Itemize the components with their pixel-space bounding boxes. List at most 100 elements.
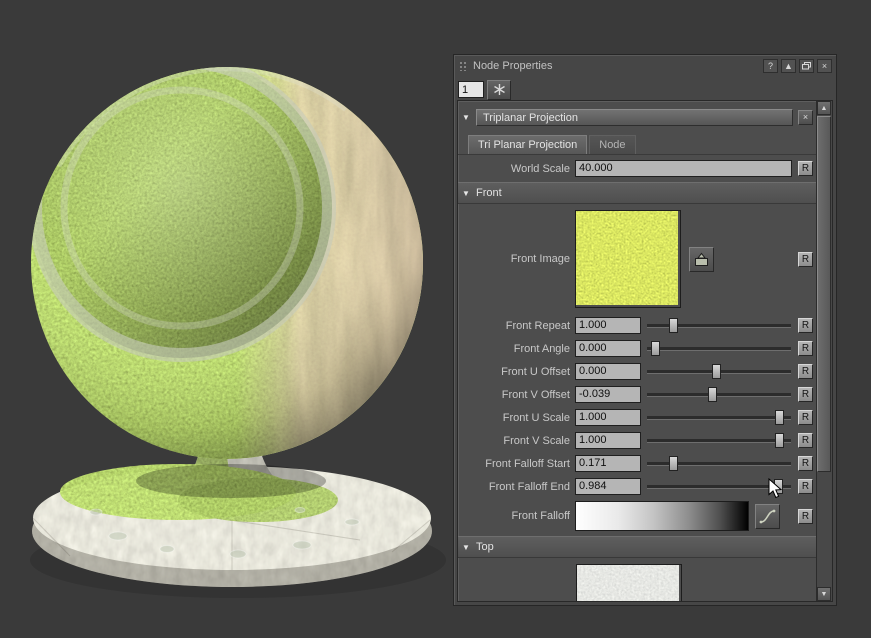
load-image-button[interactable] (689, 247, 714, 272)
param-value-field[interactable]: 1.000 (575, 409, 641, 426)
world-scale-label: World Scale (458, 163, 575, 175)
slider-handle[interactable] (775, 433, 784, 448)
param-row-front-v-scale: Front V Scale 1.000 R (458, 429, 817, 452)
vertical-scrollbar[interactable]: ▲ ▼ (816, 101, 832, 601)
collapse-panel-button[interactable]: ▲ (781, 59, 796, 73)
param-row-front-falloff-end: Front Falloff End 0.984 R (458, 475, 817, 498)
slider-handle[interactable] (708, 387, 717, 402)
scroll-down-button[interactable]: ▼ (817, 587, 831, 601)
param-slider[interactable] (647, 363, 791, 380)
param-row-front-angle: Front Angle 0.000 R (458, 337, 817, 360)
param-row-front-falloff-start: Front Falloff Start 0.171 R (458, 452, 817, 475)
param-value-field[interactable]: 1.000 (575, 432, 641, 449)
collapse-front-icon[interactable]: ▼ (462, 189, 476, 198)
close-panel-button[interactable]: × (817, 59, 832, 73)
reset-button[interactable]: R (798, 341, 813, 356)
front-section-label: Front (476, 187, 502, 199)
reset-button[interactable]: R (798, 479, 813, 494)
param-slider[interactable] (647, 317, 791, 334)
slider-track (647, 439, 791, 443)
world-scale-field[interactable]: 40.000 (575, 160, 792, 177)
curve-icon (759, 508, 776, 525)
reset-button[interactable]: R (798, 433, 813, 448)
param-slider[interactable] (647, 340, 791, 357)
param-slider[interactable] (647, 409, 791, 426)
top-section-label: Top (476, 541, 494, 553)
param-label: Front U Scale (458, 412, 575, 424)
panel-titlebar[interactable]: Node Properties ? ▲ × (454, 55, 836, 74)
reset-button[interactable]: R (798, 364, 813, 379)
tab-bar: Tri Planar Projection Node (458, 132, 817, 155)
param-label: Front V Scale (458, 435, 575, 447)
properties-scroll-area: ▼ Triplanar Projection × Tri Planar Proj… (457, 100, 833, 602)
front-image-label: Front Image (458, 253, 575, 265)
slider-track (647, 416, 791, 420)
restore-icon (802, 62, 811, 70)
panel-title: Node Properties (473, 60, 760, 72)
reset-button[interactable]: R (798, 410, 813, 425)
material-ball-render (0, 0, 455, 638)
collapse-top-icon[interactable]: ▼ (462, 543, 476, 552)
restore-window-button[interactable] (799, 59, 814, 73)
properties-content: ▼ Triplanar Projection × Tri Planar Proj… (458, 101, 817, 601)
front-falloff-label: Front Falloff (458, 510, 575, 522)
help-button[interactable]: ? (763, 59, 778, 73)
slider-track (647, 485, 791, 489)
param-row-front-v-offset: Front V Offset -0.039 R (458, 383, 817, 406)
reset-button[interactable]: R (798, 161, 813, 176)
reset-button[interactable]: R (798, 252, 813, 267)
reset-button[interactable]: R (798, 387, 813, 402)
front-section-header[interactable]: ▼ Front (458, 182, 817, 204)
param-value-field[interactable]: 0.000 (575, 340, 641, 357)
param-value-field[interactable]: 1.000 (575, 317, 641, 334)
slider-handle[interactable] (651, 341, 660, 356)
front-falloff-row: Front Falloff R (458, 498, 817, 534)
param-label: Front Falloff Start (458, 458, 575, 470)
node-title-bar[interactable]: Triplanar Projection (476, 109, 793, 126)
drag-grip-icon[interactable] (459, 61, 468, 71)
front-falloff-gradient[interactable] (575, 501, 749, 531)
param-slider[interactable] (647, 432, 791, 449)
slider-handle[interactable] (669, 318, 678, 333)
node-properties-panel: Node Properties ? ▲ × (453, 54, 837, 606)
reset-button[interactable]: R (798, 318, 813, 333)
reset-button[interactable]: R (798, 509, 813, 524)
param-row-front-u-offset: Front U Offset 0.000 R (458, 360, 817, 383)
node-index-input[interactable] (458, 81, 484, 98)
param-value-field[interactable]: -0.039 (575, 386, 641, 403)
param-value-field[interactable]: 0.171 (575, 455, 641, 472)
scrollbar-thumb[interactable] (817, 116, 831, 472)
pin-node-button[interactable] (487, 80, 511, 100)
slider-handle[interactable] (669, 456, 678, 471)
slider-handle[interactable] (775, 410, 784, 425)
slider-track (647, 347, 791, 351)
param-value-field[interactable]: 0.000 (575, 363, 641, 380)
front-image-thumbnail[interactable] (575, 210, 681, 308)
param-slider[interactable] (647, 386, 791, 403)
edit-falloff-curve-button[interactable] (755, 504, 780, 529)
param-label: Front V Offset (458, 389, 575, 401)
top-image-thumbnail[interactable] (576, 564, 682, 601)
tab-tri-planar-projection[interactable]: Tri Planar Projection (468, 135, 587, 154)
param-label: Front Repeat (458, 320, 575, 332)
param-row-front-u-scale: Front U Scale 1.000 R (458, 406, 817, 429)
slider-handle[interactable] (712, 364, 721, 379)
import-image-icon (694, 252, 709, 267)
tab-node[interactable]: Node (589, 135, 635, 154)
param-value-field[interactable]: 0.984 (575, 478, 641, 495)
param-label: Front U Offset (458, 366, 575, 378)
front-image-row: Front Image (458, 204, 817, 314)
top-section-header[interactable]: ▼ Top (458, 536, 817, 558)
remove-node-button[interactable]: × (798, 110, 813, 125)
collapse-node-icon[interactable]: ▼ (462, 113, 476, 122)
reset-button[interactable]: R (798, 456, 813, 471)
slider-handle[interactable] (774, 479, 783, 494)
param-row-front-repeat: Front Repeat 1.000 R (458, 314, 817, 337)
pin-node-icon (493, 83, 506, 96)
application-window: Node Properties ? ▲ × (0, 0, 871, 638)
param-slider[interactable] (647, 455, 791, 472)
material-preview-viewport[interactable] (0, 0, 455, 638)
param-label: Front Angle (458, 343, 575, 355)
scroll-up-button[interactable]: ▲ (817, 101, 831, 115)
param-slider[interactable] (647, 478, 791, 495)
